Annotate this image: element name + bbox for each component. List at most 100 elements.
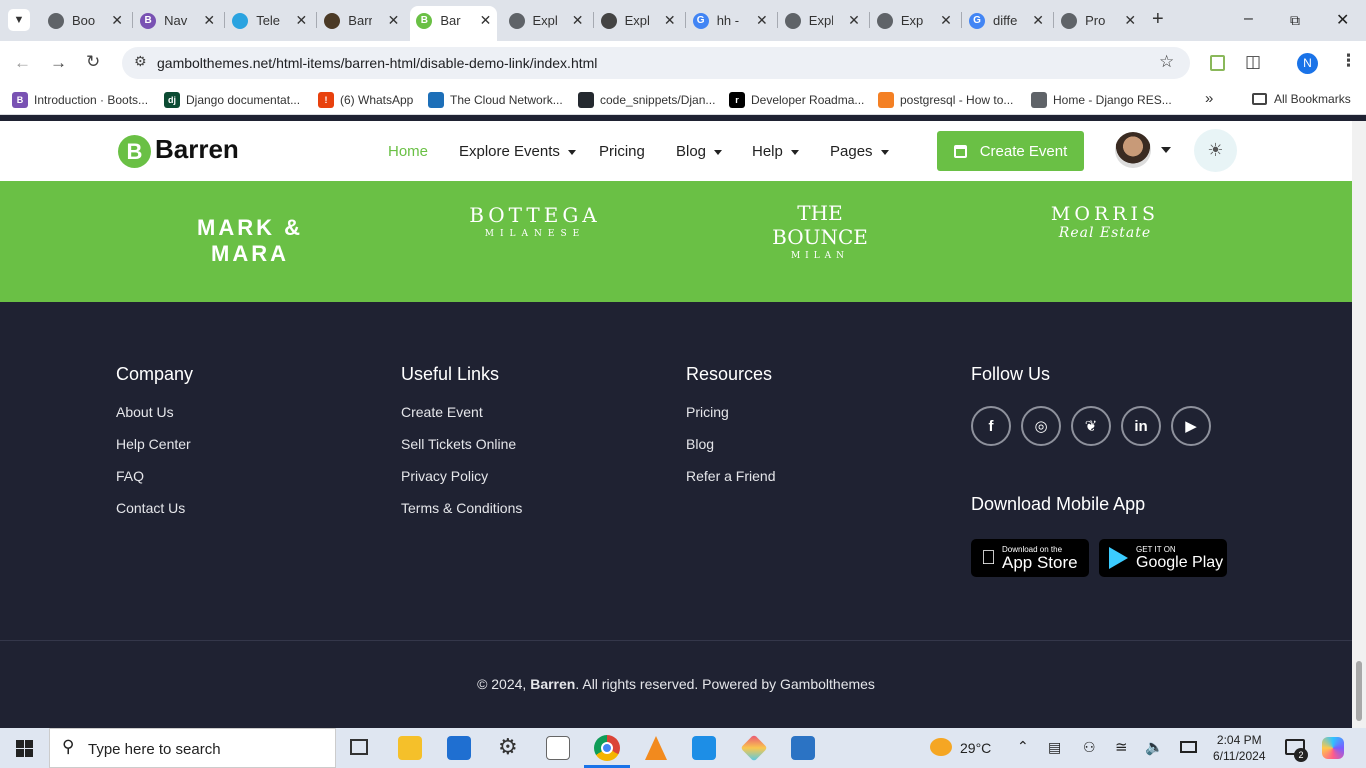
forward-icon[interactable]: → — [50, 53, 67, 73]
keyboard-icon[interactable] — [1180, 741, 1197, 753]
footer-link[interactable]: Pricing — [686, 404, 729, 420]
footer-link[interactable]: Create Event — [401, 404, 483, 420]
bookmark-item[interactable]: ! (6) WhatsApp — [318, 92, 413, 108]
footer-link[interactable]: Sell Tickets Online — [401, 436, 516, 452]
google-play-badge[interactable]: GET IT ON Google Play — [1099, 539, 1227, 577]
wifi-icon[interactable]: ≅ — [1115, 738, 1128, 756]
tab-search-button[interactable]: ▼ — [8, 9, 30, 31]
browser-tab[interactable]: B Nav ✕ — [140, 8, 215, 33]
browser-tab[interactable]: Tele ✕ — [232, 8, 307, 33]
chrome-icon[interactable] — [594, 735, 620, 761]
tab-close-icon[interactable]: ✕ — [111, 12, 123, 29]
logo-text[interactable]: Barren — [155, 134, 239, 165]
facebook-icon[interactable]: f — [971, 406, 1011, 446]
url-text[interactable]: gambolthemes.net/html-items/barren-html/… — [157, 55, 597, 71]
copilot-icon[interactable] — [1322, 737, 1344, 759]
tab-close-icon[interactable]: ✕ — [203, 12, 215, 29]
nav-item-help[interactable]: Help — [752, 143, 799, 160]
nav-item-home[interactable]: Home — [388, 143, 428, 160]
close-window-button[interactable]: ✕ — [1336, 10, 1349, 30]
bookmark-item[interactable]: The Cloud Network... — [428, 92, 563, 108]
youtube-icon[interactable]: ▶ — [1171, 406, 1211, 446]
browser-tab[interactable]: Gdiffe ✕ — [969, 8, 1044, 33]
page-scrollbar[interactable] — [1352, 121, 1366, 728]
user-avatar[interactable] — [1115, 132, 1151, 168]
vlc-icon[interactable] — [645, 736, 667, 760]
extensions-icon[interactable]: ◫ — [1245, 52, 1261, 72]
sheets-extension-icon[interactable] — [1210, 55, 1225, 71]
browser-tab[interactable]: Ghh - ✕ — [692, 8, 768, 33]
solitaire-icon[interactable] — [546, 736, 570, 760]
linkedin-icon[interactable]: in — [1121, 406, 1161, 446]
logo-icon[interactable]: B — [118, 135, 151, 168]
browser-tab[interactable]: Expl ✕ — [784, 8, 860, 33]
tab-close-icon[interactable]: ✕ — [848, 12, 860, 29]
footer-link[interactable]: Help Center — [116, 436, 191, 452]
bookmark-item[interactable]: dj Django documentat... — [164, 92, 300, 108]
restore-button[interactable]: ⧉ — [1290, 12, 1300, 29]
task-view-icon[interactable] — [350, 739, 368, 755]
settings-icon[interactable]: ⚙ — [498, 734, 518, 760]
footer-link[interactable]: Refer a Friend — [686, 468, 775, 484]
browser-tab[interactable]: Expl ✕ — [508, 8, 584, 33]
temperature-text[interactable]: 29°C — [960, 740, 991, 756]
tab-close-icon[interactable]: ✕ — [1032, 12, 1044, 29]
scrollbar-thumb[interactable] — [1356, 661, 1362, 721]
nav-item-blog[interactable]: Blog — [676, 143, 723, 160]
site-info-icon[interactable]: ⚙ — [134, 53, 147, 70]
taskbar-search-box[interactable]: ⚲ Type here to search — [49, 728, 336, 768]
tray-chevron-icon[interactable]: ⌃ — [1017, 738, 1029, 755]
user-menu-caret[interactable] — [1161, 147, 1171, 153]
address-bar[interactable]: ⚙ gambolthemes.net/html-items/barren-htm… — [122, 47, 1190, 79]
tab-close-icon[interactable]: ✕ — [480, 12, 492, 29]
clock[interactable]: 2:04 PM 6/11/2024 — [1213, 732, 1266, 764]
bookmark-item[interactable]: r Developer Roadma... — [729, 92, 864, 108]
photos-icon[interactable] — [791, 736, 815, 760]
browser-tab[interactable]: Expl ✕ — [600, 8, 676, 33]
browser-tab[interactable]: Exp ✕ — [876, 8, 952, 33]
tab-close-icon[interactable]: ✕ — [388, 12, 400, 29]
tab-close-icon[interactable]: ✕ — [940, 12, 952, 29]
tab-close-icon[interactable]: ✕ — [1124, 12, 1136, 29]
all-bookmarks[interactable]: All Bookmarks — [1252, 92, 1351, 106]
windows-start-icon[interactable] — [16, 740, 33, 757]
footer-link[interactable]: Privacy Policy — [401, 468, 488, 484]
bookmark-item[interactable]: code_snippets/Djan... — [578, 92, 715, 108]
vscode-icon[interactable] — [692, 736, 716, 760]
tab-close-icon[interactable]: ✕ — [664, 12, 676, 29]
store-icon[interactable] — [447, 736, 471, 760]
twitter-icon[interactable]: ❦ — [1071, 406, 1111, 446]
meet-now-icon[interactable]: ⚇ — [1083, 739, 1096, 756]
volume-icon[interactable]: 🔈 — [1145, 738, 1164, 756]
tab-close-icon[interactable]: ✕ — [756, 12, 768, 29]
file-explorer-icon[interactable] — [398, 736, 422, 760]
browser-tab[interactable]: B Bar ✕ — [416, 8, 491, 33]
bookmark-star-icon[interactable]: ☆ — [1159, 52, 1174, 72]
nav-item-pricing[interactable]: Pricing — [599, 143, 645, 160]
footer-link[interactable]: Blog — [686, 436, 714, 452]
browser-tab[interactable]: Pro ✕ — [1061, 8, 1136, 33]
browser-tab[interactable]: Barr ✕ — [324, 8, 399, 33]
bookmark-item[interactable]: Home - Django RES... — [1031, 92, 1172, 108]
bookmark-item[interactable]: B Introduction · Boots... — [12, 92, 148, 108]
theme-toggle-button[interactable]: ☀ — [1194, 129, 1237, 172]
footer-link[interactable]: Contact Us — [116, 500, 185, 516]
minimize-button[interactable]: – — [1244, 10, 1253, 28]
instagram-icon[interactable]: ◎ — [1021, 406, 1061, 446]
create-event-button[interactable]: Create Event — [937, 131, 1084, 171]
menu-icon[interactable]: ⋮ — [1340, 51, 1357, 71]
app-store-badge[interactable]:  Download on the App Store — [971, 539, 1089, 577]
git-icon[interactable] — [740, 734, 768, 762]
nav-item-pages[interactable]: Pages — [830, 143, 889, 160]
tab-close-icon[interactable]: ✕ — [572, 12, 584, 29]
reload-icon[interactable]: ↻ — [86, 52, 100, 72]
new-tab-button[interactable]: + — [1152, 8, 1164, 31]
footer-link[interactable]: FAQ — [116, 468, 144, 484]
footer-link[interactable]: Terms & Conditions — [401, 500, 522, 516]
bookmark-item[interactable]: postgresql - How to... — [878, 92, 1013, 108]
browser-tab[interactable]: Boo ✕ — [48, 8, 123, 33]
more-bookmarks-icon[interactable]: » — [1205, 90, 1213, 107]
nav-item-explore-events[interactable]: Explore Events — [459, 143, 576, 160]
back-icon[interactable]: ← — [14, 53, 31, 73]
profile-avatar[interactable]: N — [1297, 53, 1318, 74]
